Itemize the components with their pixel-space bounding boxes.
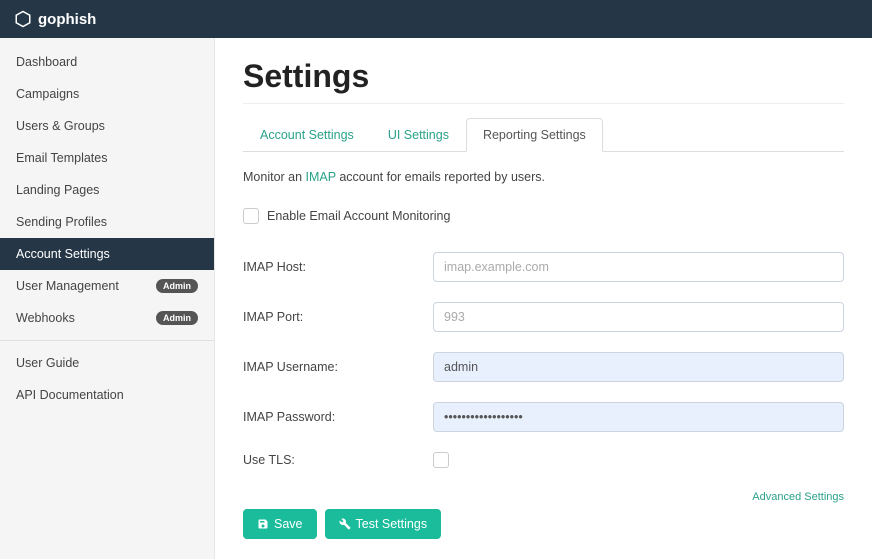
imap-password-input[interactable] xyxy=(433,402,844,432)
save-button[interactable]: Save xyxy=(243,509,317,539)
sidebar-item-webhooks[interactable]: Webhooks Admin xyxy=(0,302,214,334)
sidebar: Dashboard Campaigns Users & Groups Email… xyxy=(0,38,215,559)
enable-monitoring-row: Enable Email Account Monitoring xyxy=(243,208,844,224)
logo-icon xyxy=(14,10,32,28)
wrench-icon xyxy=(339,518,351,530)
use-tls-label: Use TLS: xyxy=(243,453,433,467)
tabs: Account Settings UI Settings Reporting S… xyxy=(243,118,844,152)
sidebar-item-account-settings[interactable]: Account Settings xyxy=(0,238,214,270)
imap-port-label: IMAP Port: xyxy=(243,310,433,324)
enable-monitoring-label: Enable Email Account Monitoring xyxy=(267,209,450,223)
imap-host-input[interactable] xyxy=(433,252,844,282)
test-settings-button[interactable]: Test Settings xyxy=(325,509,442,539)
page-title: Settings xyxy=(243,58,844,95)
sidebar-item-landing-pages[interactable]: Landing Pages xyxy=(0,174,214,206)
tab-ui-settings[interactable]: UI Settings xyxy=(371,118,466,152)
tab-reporting-settings[interactable]: Reporting Settings xyxy=(466,118,603,152)
brand-name: gophish xyxy=(38,11,96,28)
tab-account-settings[interactable]: Account Settings xyxy=(243,118,371,152)
imap-password-label: IMAP Password: xyxy=(243,410,433,424)
sidebar-item-dashboard[interactable]: Dashboard xyxy=(0,46,214,78)
advanced-settings-link[interactable]: Advanced Settings xyxy=(752,491,844,503)
main-content: Settings Account Settings UI Settings Re… xyxy=(215,38,872,559)
sidebar-item-api-docs[interactable]: API Documentation xyxy=(0,379,214,411)
save-icon xyxy=(257,518,269,530)
imap-port-input[interactable] xyxy=(433,302,844,332)
title-rule xyxy=(243,103,844,104)
imap-host-label: IMAP Host: xyxy=(243,260,433,274)
imap-link[interactable]: IMAP xyxy=(306,170,336,184)
sidebar-item-user-guide[interactable]: User Guide xyxy=(0,347,214,379)
sidebar-item-email-templates[interactable]: Email Templates xyxy=(0,142,214,174)
imap-username-input[interactable] xyxy=(433,352,844,382)
topbar: gophish xyxy=(0,0,872,38)
enable-monitoring-checkbox[interactable] xyxy=(243,208,259,224)
brand[interactable]: gophish xyxy=(14,10,96,28)
sidebar-item-campaigns[interactable]: Campaigns xyxy=(0,78,214,110)
sidebar-divider xyxy=(0,340,214,341)
use-tls-checkbox[interactable] xyxy=(433,452,449,468)
admin-badge: Admin xyxy=(156,279,198,293)
sidebar-item-users-groups[interactable]: Users & Groups xyxy=(0,110,214,142)
sidebar-item-sending-profiles[interactable]: Sending Profiles xyxy=(0,206,214,238)
description-text: Monitor an IMAP account for emails repor… xyxy=(243,170,844,184)
sidebar-item-user-management[interactable]: User Management Admin xyxy=(0,270,214,302)
imap-username-label: IMAP Username: xyxy=(243,360,433,374)
admin-badge: Admin xyxy=(156,311,198,325)
